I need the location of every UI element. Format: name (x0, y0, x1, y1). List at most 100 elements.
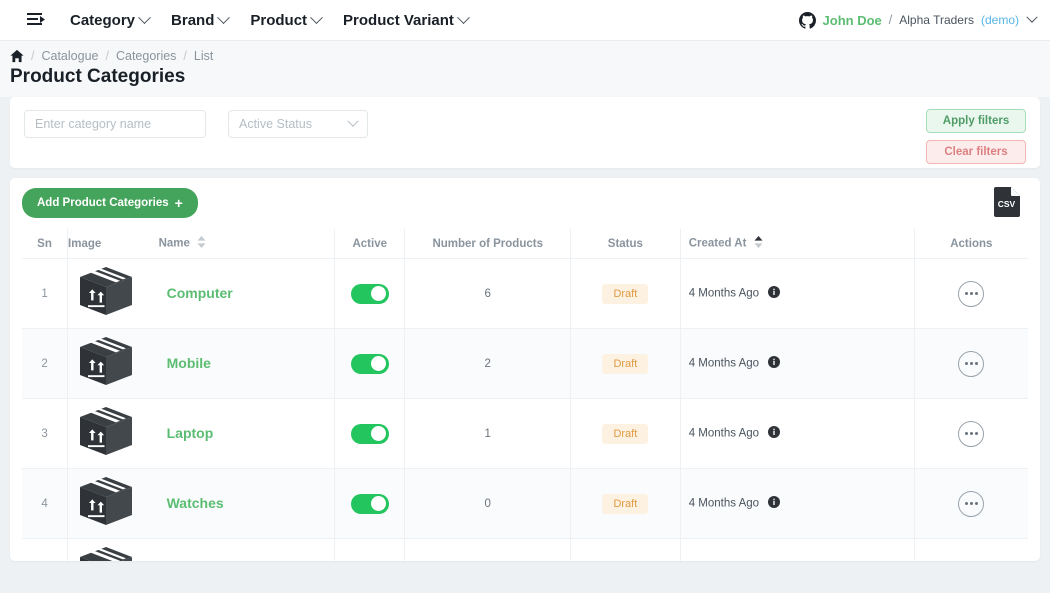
filter-actions: Apply filters Clear filters (926, 109, 1026, 164)
ellipsis-icon (969, 362, 973, 365)
package-box-icon (78, 407, 134, 461)
row-actions-button[interactable] (958, 420, 985, 447)
chevron-down-icon (217, 10, 231, 24)
package-box-icon (80, 547, 133, 561)
cell-number-of-products: 0 (404, 468, 571, 539)
cell-sn: 1 (22, 258, 68, 329)
ellipsis-icon (974, 432, 978, 435)
active-status-select[interactable]: Active Status (228, 110, 368, 138)
column-header-image: Image (67, 229, 159, 259)
category-name-link[interactable]: Laptop (167, 425, 214, 441)
nav-item-category[interactable]: Category (70, 10, 151, 29)
cell-created-at: 4 Months Ago (679, 538, 915, 561)
row-actions-button[interactable] (958, 560, 985, 561)
active-toggle[interactable] (350, 283, 389, 304)
cell-sn: 3 (22, 398, 68, 469)
sort-icon-name[interactable] (197, 236, 206, 251)
active-toggle[interactable] (350, 423, 389, 444)
column-header-status: Status (570, 229, 681, 259)
breadcrumb-item-categories[interactable]: Categories (116, 49, 176, 63)
nav-item-label: Brand (171, 11, 215, 29)
product-categories-table: Sn Image Name Active Number of Products … (22, 229, 1028, 561)
active-status-select-label: Active Status (239, 117, 312, 131)
breadcrumb-separator: / (105, 49, 109, 63)
environment-badge: (demo) (980, 13, 1019, 27)
cell-actions (913, 538, 1028, 561)
cell-sn: 4 (22, 468, 68, 539)
category-name-input[interactable] (24, 110, 206, 138)
toggle-knob (371, 426, 387, 441)
created-at-text: 4 Months Ago (688, 287, 760, 300)
column-header-created-at[interactable]: Created At (679, 229, 915, 259)
cell-active (334, 468, 405, 539)
cell-number-of-products: 1 (404, 398, 571, 469)
active-toggle[interactable] (350, 493, 389, 514)
active-toggle[interactable] (350, 353, 389, 374)
ellipsis-icon (969, 502, 973, 505)
breadcrumb-wrapper: / Catalogue / Categories / List (0, 41, 1050, 63)
cell-active (334, 258, 405, 329)
cell-image (67, 398, 159, 469)
chevron-down-icon (1026, 11, 1038, 23)
toggle-knob (371, 286, 387, 301)
nav-item-product[interactable]: Product (250, 10, 323, 29)
cell-created-at: 4 Months Ago (679, 468, 915, 539)
ellipsis-icon (964, 432, 968, 435)
cell-actions (913, 328, 1028, 399)
info-icon[interactable] (768, 356, 781, 371)
clear-filters-button[interactable]: Clear filters (926, 140, 1026, 164)
csv-file-icon[interactable]: CSV (994, 187, 1020, 222)
ellipsis-icon (974, 502, 978, 505)
cell-created-at: 4 Months Ago (679, 398, 915, 469)
add-product-categories-button[interactable]: Add Product Categories + (22, 188, 198, 218)
svg-text:CSV: CSV (998, 199, 1016, 209)
breadcrumb-item-catalogue[interactable]: Catalogue (41, 49, 98, 63)
row-actions-button[interactable] (958, 490, 985, 517)
info-icon[interactable] (768, 426, 781, 441)
cell-image (67, 468, 159, 539)
home-icon[interactable] (10, 49, 24, 63)
package-box-icon (80, 337, 133, 385)
ellipsis-icon (969, 432, 973, 435)
info-icon[interactable] (768, 286, 781, 301)
cell-status: Draft (570, 328, 681, 399)
column-header-name-label: Name (158, 237, 190, 250)
category-name-link[interactable]: Mobile (167, 355, 211, 371)
cell-actions (913, 258, 1028, 329)
cell-active (334, 328, 405, 399)
nav-item-brand[interactable]: Brand (171, 10, 231, 29)
apply-filters-button[interactable]: Apply filters (926, 109, 1026, 133)
toggle-knob (371, 356, 387, 371)
cell-name: Mobile (158, 328, 335, 399)
column-header-name[interactable]: Name (158, 229, 335, 259)
breadcrumb-item-list[interactable]: List (194, 49, 213, 63)
table-row: 1 Computer 6 Draft 4 Months Ago (22, 258, 1028, 329)
cell-status: Draft (570, 398, 681, 469)
created-at-text: 4 Months Ago (688, 427, 760, 440)
table-row: 2 Mobile 2 Draft 4 Months Ago (22, 328, 1028, 399)
category-name-link[interactable]: Computer (167, 285, 233, 301)
cell-name: Computer (158, 258, 335, 329)
column-header-actions: Actions (913, 229, 1028, 259)
user-account-menu[interactable]: John Doe / Alpha Traders (demo) (798, 11, 1038, 29)
chevron-down-icon (457, 10, 470, 24)
cell-sn: 2 (22, 328, 68, 399)
cell-actions (913, 398, 1028, 469)
hamburger-menu-icon[interactable] (26, 9, 48, 31)
sort-icon-created-at[interactable] (754, 236, 763, 251)
nav-item-label: Category (70, 11, 136, 29)
cell-image (67, 328, 159, 399)
category-name-link[interactable]: Watches (167, 495, 224, 511)
info-icon[interactable] (768, 496, 781, 511)
ellipsis-icon (964, 292, 968, 295)
ellipsis-icon (974, 362, 978, 365)
main-nav-items: Category Brand Product Product Variant (70, 10, 470, 29)
package-box-icon (80, 407, 133, 455)
cell-status: Draft (570, 468, 681, 539)
top-navigation-bar: Category Brand Product Product Variant J… (0, 0, 1050, 41)
row-actions-button[interactable] (958, 350, 985, 377)
breadcrumb: / Catalogue / Categories / List (10, 49, 1050, 63)
table-header: Sn Image Name Active Number of Products … (22, 229, 1028, 259)
nav-item-product-variant[interactable]: Product Variant (343, 10, 470, 29)
row-actions-button[interactable] (958, 280, 985, 307)
